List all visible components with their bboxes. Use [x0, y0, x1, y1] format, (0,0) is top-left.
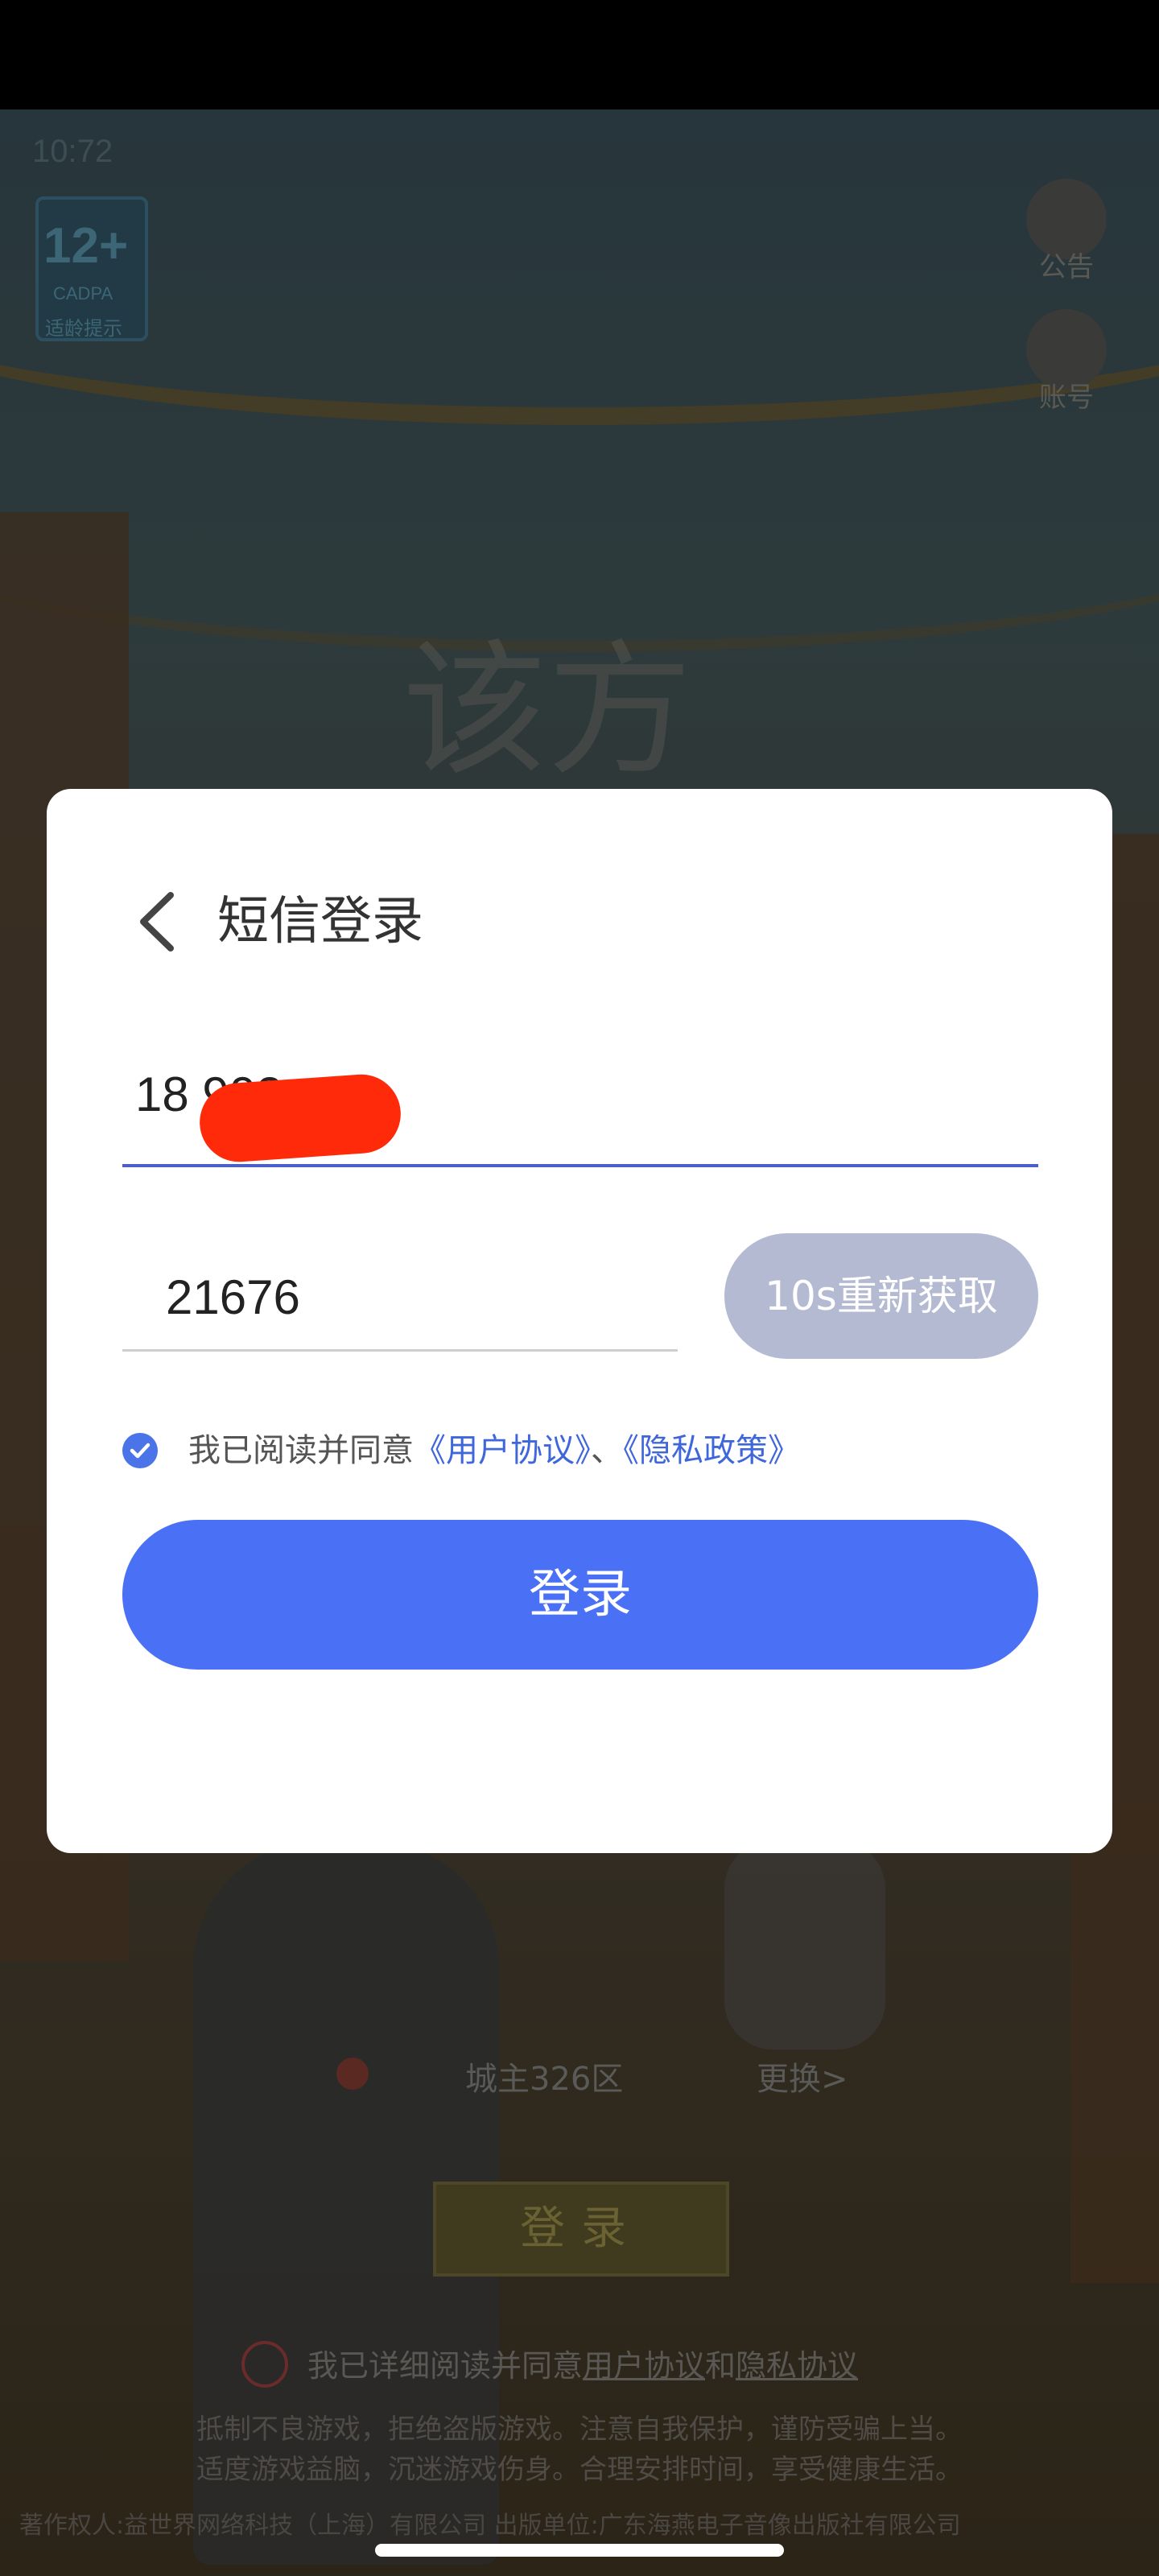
background-agree-checkbox[interactable]: [241, 2341, 288, 2388]
age-rating-badge[interactable]: 12+ CADPA 适龄提示: [35, 196, 148, 341]
checkmark-icon: [130, 1443, 151, 1459]
copyright-text: 著作权人:益世界网络科技（上海）有限公司 出版单位:广东海燕电子音像出版社有限公…: [19, 2512, 961, 2540]
background-privacy-link[interactable]: 隐私协议: [736, 2348, 858, 2384]
privacy-policy-link[interactable]: 《隐私政策》: [623, 1432, 800, 1469]
background-agree-prefix: 我已详细阅读并同意: [307, 2348, 584, 2384]
redaction-mark: [196, 1071, 404, 1165]
background-agree-text: 我已详细阅读并同意用户协议和隐私协议: [307, 2341, 858, 2385]
server-change-button[interactable]: 更换>: [757, 2053, 848, 2099]
top-black-bar: [0, 0, 1159, 109]
game-logo-calligraphy: 该方: [402, 627, 693, 795]
background-user-agreement-link[interactable]: 用户协议: [583, 2348, 705, 2384]
dialog-title: 短信登录: [217, 892, 423, 952]
status-time: 10:72: [32, 134, 113, 169]
notice-button[interactable]: 公告: [1006, 179, 1127, 299]
agree-checkbox[interactable]: [122, 1433, 158, 1468]
sms-login-dialog: 短信登录 18 902 21676 10s重新获取 我已阅读并同意《用户协议》、…: [47, 789, 1112, 1853]
background-character-2: [724, 1840, 885, 2050]
back-button[interactable]: [124, 886, 196, 958]
agree-separator: 、: [591, 1432, 623, 1469]
account-label: 账号: [1039, 382, 1094, 414]
age-rating-label: 适龄提示: [45, 317, 122, 340]
agree-text: 我已阅读并同意《用户协议》、《隐私政策》: [188, 1428, 800, 1473]
server-status-dot: [336, 2058, 369, 2090]
user-agreement-link[interactable]: 《用户协议》: [414, 1432, 591, 1469]
account-button[interactable]: 账号: [1006, 309, 1127, 430]
login-button[interactable]: 登录: [122, 1520, 1038, 1670]
notice-label: 公告: [1039, 251, 1094, 283]
health-notice-line-1: 抵制不良游戏，拒绝盗版游戏。注意自我保护，谨防受骗上当。: [196, 2413, 963, 2446]
home-indicator[interactable]: [375, 2544, 784, 2557]
age-rating-number: 12+: [43, 218, 129, 274]
background-agree-and: 和: [705, 2348, 736, 2384]
server-name: 城主326区: [465, 2061, 624, 2098]
verification-code-value: 21676: [166, 1270, 300, 1324]
resend-code-button[interactable]: 10s重新获取: [724, 1233, 1038, 1359]
agree-prefix: 我已阅读并同意: [188, 1432, 414, 1469]
chevron-left-icon: [140, 892, 174, 952]
age-rating-org: CADPA: [53, 283, 113, 303]
background-login-button[interactable]: 登录: [433, 2182, 729, 2277]
health-notice-line-2: 适度游戏益脑，沉迷游戏伤身。合理安排时间，享受健康生活。: [196, 2454, 963, 2486]
